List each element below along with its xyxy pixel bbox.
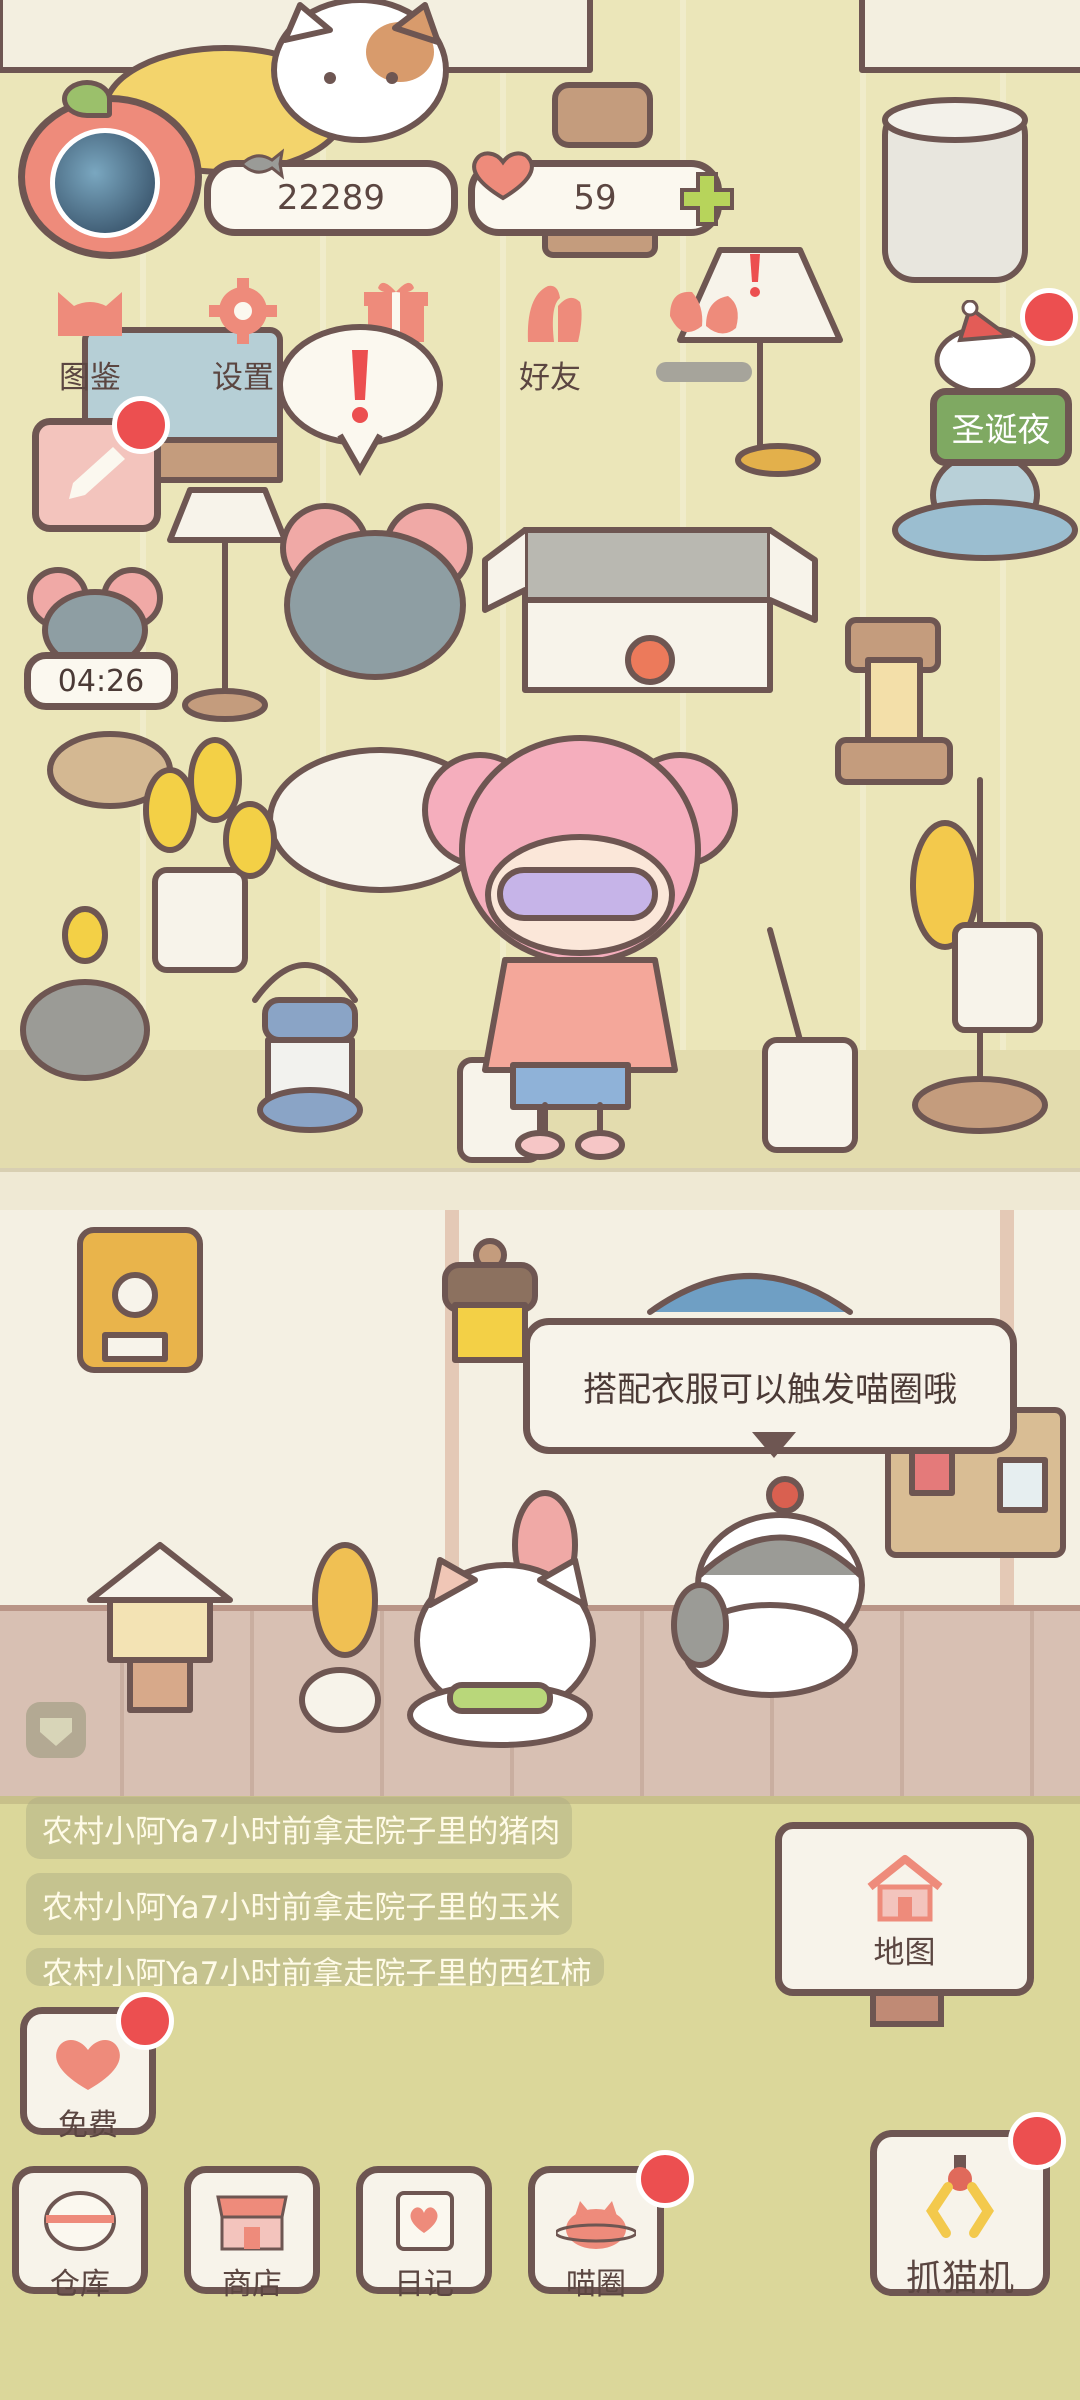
avatar[interactable] bbox=[50, 128, 160, 238]
map-button[interactable]: 地图 bbox=[775, 1822, 1034, 1996]
heart-shield-icon bbox=[40, 1718, 72, 1746]
diary-label: 日记 bbox=[394, 2267, 454, 2302]
warehouse-icon bbox=[44, 2191, 116, 2251]
claw-machine-badge bbox=[1008, 2112, 1066, 2170]
coin-value: 22289 bbox=[276, 178, 386, 218]
christmas-event-button[interactable]: 圣诞夜 bbox=[930, 388, 1072, 466]
feed-text: 农村小阿Ya7小时前拿走院子里的猪肉 bbox=[42, 1813, 561, 1850]
heart-value: 59 bbox=[573, 178, 617, 218]
trash-can bbox=[882, 97, 1028, 283]
feed-text: 农村小阿Ya7小时前拿走院子里的玉米 bbox=[42, 1889, 561, 1926]
stool bbox=[552, 82, 653, 148]
timer-value: 04:26 bbox=[57, 663, 145, 699]
feed-text: 农村小阿Ya7小时前拿走院子里的西红柿 bbox=[42, 1956, 592, 1986]
christmas-event-label: 圣诞夜 bbox=[951, 410, 1051, 449]
collection-button[interactable]: 图鉴 bbox=[30, 270, 150, 396]
diary-icon bbox=[396, 2191, 454, 2251]
shop-icon bbox=[216, 2195, 288, 2251]
leaf-icon bbox=[62, 80, 112, 118]
cat-circle-label: 喵圈 bbox=[566, 2267, 626, 2302]
ufo-lamp bbox=[892, 450, 1078, 561]
window-frame-right bbox=[859, 0, 1080, 73]
map-label: 地图 bbox=[873, 1935, 936, 1971]
claw-machine-label: 抓猫机 bbox=[905, 2258, 1014, 2299]
free-badge bbox=[116, 1992, 174, 2050]
mail-icon bbox=[670, 291, 738, 334]
edit-note-badge bbox=[112, 396, 170, 454]
grey-cat-lower bbox=[671, 1476, 865, 1698]
fish-icon bbox=[239, 148, 284, 180]
broom-bucket bbox=[762, 927, 858, 1153]
add-hearts-button[interactable] bbox=[678, 170, 736, 228]
christmas-event-badge bbox=[1020, 288, 1078, 346]
speech-bubble-tail bbox=[752, 1432, 796, 1458]
camera bbox=[77, 1227, 203, 1373]
arch-window bbox=[647, 1273, 853, 1315]
shop-button[interactable]: 商店 bbox=[184, 2166, 320, 2302]
feed-item: 农村小阿Ya7小时前拿走院子里的玉米 bbox=[26, 1873, 572, 1935]
potted-tulip bbox=[20, 906, 150, 1081]
mouse-timer: 04:26 bbox=[24, 652, 178, 710]
alert-bubble[interactable] bbox=[270, 320, 450, 480]
warehouse-label: 仓库 bbox=[50, 2267, 110, 2302]
floor-lamp-left bbox=[167, 487, 288, 722]
chat-toggle-button[interactable] bbox=[26, 1702, 86, 1758]
lantern bbox=[252, 962, 363, 1133]
heart-face-icon bbox=[56, 2039, 120, 2090]
friends-label: 好友 bbox=[519, 360, 581, 396]
mail-label-bar bbox=[656, 362, 752, 382]
claw-icon bbox=[926, 2155, 994, 2238]
cat-circle-badge bbox=[636, 2150, 694, 2208]
friends-button[interactable]: 好友 bbox=[490, 270, 610, 396]
shop-label: 商店 bbox=[222, 2267, 282, 2302]
feed-item: 农村小阿Ya7小时前拿走院子里的猪肉 bbox=[26, 1797, 572, 1859]
feed-item: 农村小阿Ya7小时前拿走院子里的西红柿 bbox=[26, 1948, 604, 1986]
house-icon bbox=[867, 1855, 942, 1922]
collection-label: 图鉴 bbox=[59, 360, 121, 396]
warehouse-button[interactable]: 仓库 bbox=[12, 2166, 148, 2302]
birdhouse bbox=[87, 1542, 233, 1713]
veggie-box bbox=[482, 527, 818, 693]
cat-book-icon bbox=[58, 292, 122, 336]
diary-button[interactable]: 日记 bbox=[356, 2166, 492, 2302]
scratch-post bbox=[835, 617, 953, 785]
white-cat-lower bbox=[407, 1557, 596, 1748]
alert-icon bbox=[750, 254, 760, 297]
yellow-tulips bbox=[143, 737, 277, 973]
grey-mouse bbox=[280, 503, 473, 680]
speech-text: 搭配衣服可以触发喵圈哦 bbox=[583, 1369, 957, 1410]
heart-icon bbox=[472, 151, 534, 201]
cat-planet-icon bbox=[554, 2201, 638, 2249]
free-label: 免费 bbox=[58, 2108, 118, 2143]
top-cat bbox=[271, 0, 449, 143]
friends-icon bbox=[527, 285, 582, 342]
potted-hyacinth bbox=[299, 1542, 381, 1733]
coat-rack bbox=[910, 777, 1048, 1134]
